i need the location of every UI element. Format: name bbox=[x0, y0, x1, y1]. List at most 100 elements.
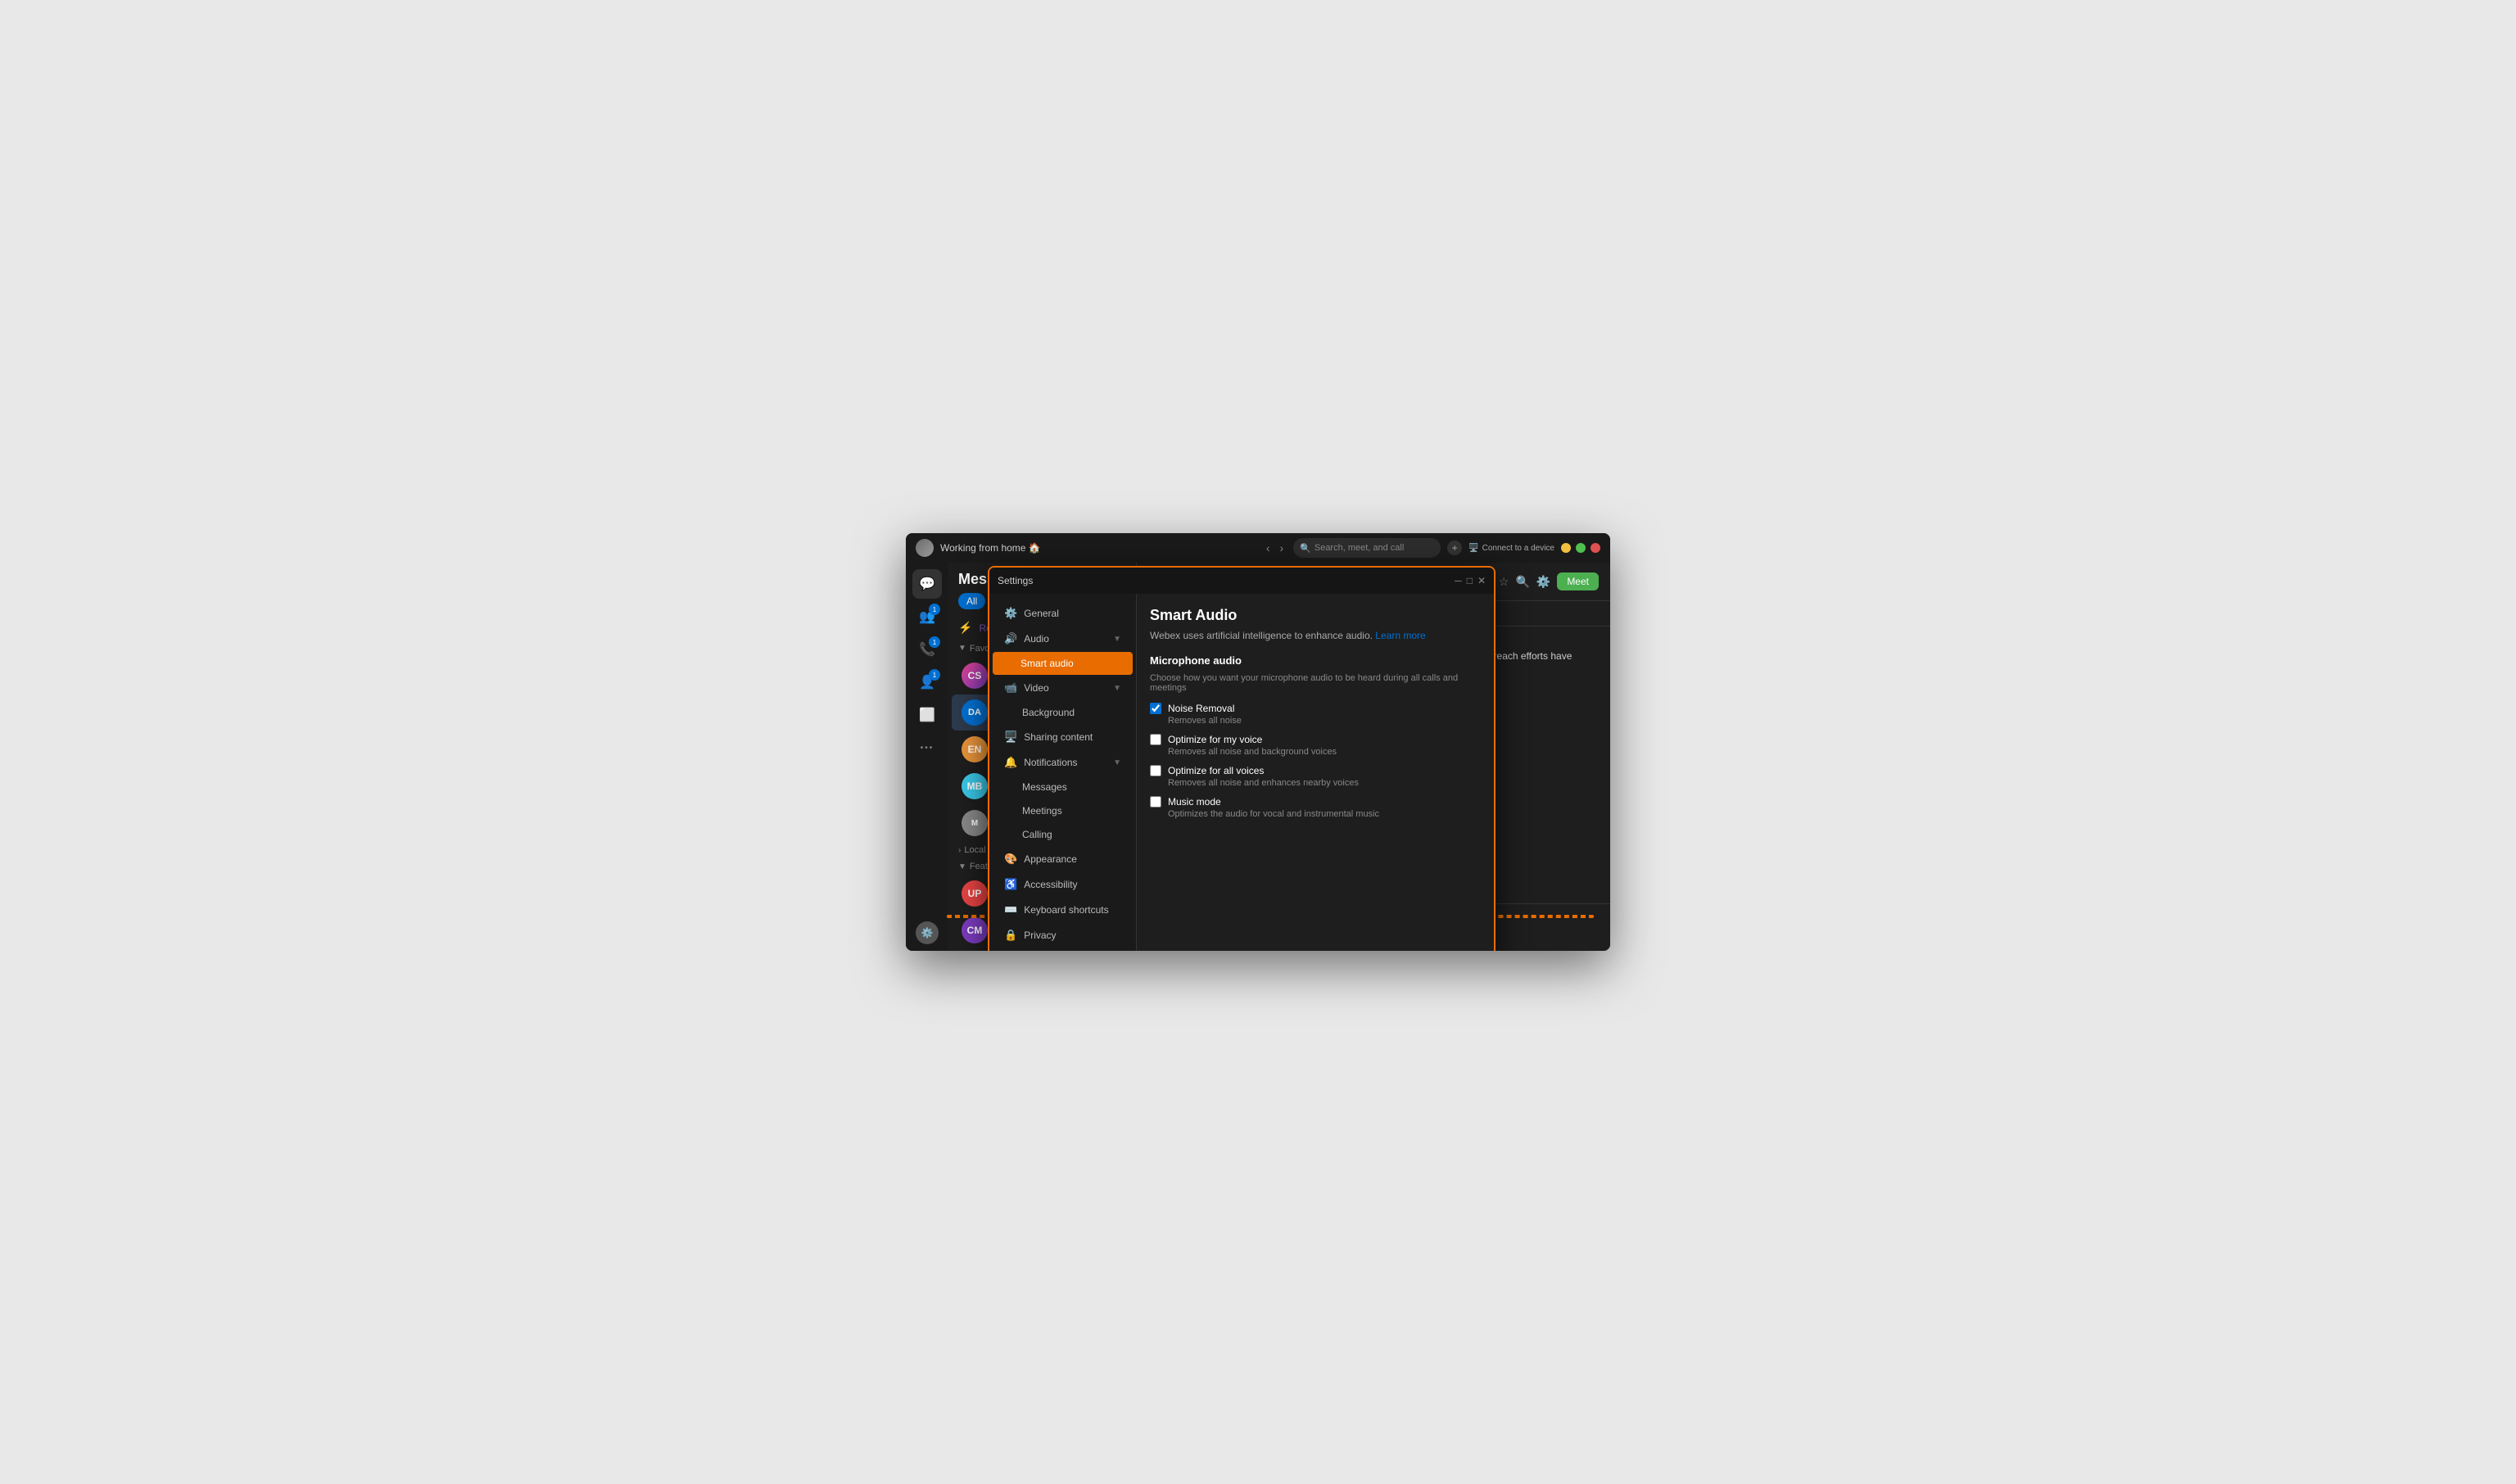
connect-device-btn[interactable]: 🖥️ Connect to a device bbox=[1468, 544, 1554, 553]
nav-settings[interactable]: ⚙️ bbox=[916, 921, 939, 944]
minimize-btn[interactable] bbox=[1561, 543, 1571, 553]
notifications-label: Notifications bbox=[1024, 757, 1077, 768]
search-chat-btn[interactable]: 🔍 bbox=[1515, 575, 1529, 589]
settings-nav-privacy[interactable]: 🔒 Privacy bbox=[993, 923, 1133, 948]
optimize-voice-row: Optimize for my voice bbox=[1150, 734, 1481, 745]
smart-audio-desc: Webex uses artificial intelligence to en… bbox=[1150, 629, 1481, 643]
matthew-avatar: MB bbox=[962, 773, 988, 799]
optimize-voice-checkbox[interactable] bbox=[1150, 734, 1161, 745]
close-btn[interactable] bbox=[1591, 543, 1600, 553]
settings-nav-meetings-sub[interactable]: Meetings bbox=[993, 799, 1133, 822]
favorites-chevron: ▼ bbox=[958, 644, 966, 653]
optimize-all-label: Optimize for all voices bbox=[1168, 765, 1264, 776]
nav-calls[interactable]: 📞 1 bbox=[912, 635, 942, 664]
audio-expand: ▼ bbox=[1113, 635, 1121, 644]
settings-main: Smart Audio Webex uses artificial intell… bbox=[1137, 594, 1494, 951]
settings-nav-accessibility[interactable]: ♿ Accessibility bbox=[993, 872, 1133, 897]
nav-messaging[interactable]: 💬 bbox=[912, 569, 942, 599]
optimize-all-desc: Removes all noise and enhances nearby vo… bbox=[1150, 778, 1481, 788]
nav-teams[interactable]: 👥 1 bbox=[912, 602, 942, 631]
settings-nav-video[interactable]: 📹 Video ▼ bbox=[993, 676, 1133, 700]
general-label: General bbox=[1024, 608, 1059, 619]
settings-nav-keyboard[interactable]: ⌨️ Keyboard shortcuts bbox=[993, 898, 1133, 922]
music-mode-checkbox[interactable] bbox=[1150, 796, 1161, 808]
appearance-icon: 🎨 bbox=[1004, 853, 1017, 866]
audio-icon: 🔊 bbox=[1004, 632, 1017, 645]
video-icon: 📹 bbox=[1004, 681, 1017, 694]
icon-nav: 💬 👥 1 📞 1 👤 1 ⬜ ••• ⚙️ bbox=[906, 563, 948, 951]
optimize-all-row: Optimize for all voices bbox=[1150, 765, 1481, 776]
smart-audio-label: Smart audio bbox=[1004, 658, 1074, 669]
meetings-sub-label: Meetings bbox=[1022, 805, 1062, 817]
common-avatar: CM bbox=[962, 917, 988, 943]
settings-maximize[interactable]: □ bbox=[1467, 575, 1473, 586]
optimize-voice-desc: Removes all noise and background voices bbox=[1150, 747, 1481, 757]
music-mode-desc: Optimizes the audio for vocal and instru… bbox=[1150, 809, 1481, 819]
appearance-label: Appearance bbox=[1024, 853, 1077, 865]
general-icon: ⚙️ bbox=[1004, 607, 1017, 620]
music-mode-label: Music mode bbox=[1168, 796, 1221, 808]
learn-more-link[interactable]: Learn more bbox=[1375, 630, 1425, 641]
maximize-btn[interactable] bbox=[1576, 543, 1586, 553]
video-expand: ▼ bbox=[1113, 684, 1121, 693]
favorite-btn[interactable]: ☆ bbox=[1499, 575, 1509, 589]
nav-contacts[interactable]: 👤 1 bbox=[912, 667, 942, 697]
settings-chat-btn[interactable]: ⚙️ bbox=[1536, 575, 1550, 589]
back-btn[interactable]: ‹ bbox=[1263, 540, 1274, 556]
settings-nav-appearance[interactable]: 🎨 Appearance bbox=[993, 847, 1133, 871]
option-optimize-voice: Optimize for my voice Removes all noise … bbox=[1150, 734, 1481, 757]
settings-win-controls: ─ □ ✕ bbox=[1455, 575, 1486, 586]
teams-badge: 1 bbox=[929, 604, 940, 615]
settings-body: ⚙️ General 🔊 Audio ▼ Smart audio 📹 Video bbox=[989, 594, 1494, 951]
settings-nav-sharing[interactable]: 🖥️ Sharing content bbox=[993, 725, 1133, 749]
nav-arrows: ‹ › bbox=[1263, 540, 1287, 556]
nav-whiteboard[interactable]: ⬜ bbox=[912, 700, 942, 730]
contacts-badge: 1 bbox=[929, 669, 940, 681]
app-window: Working from home 🏠 ‹ › 🔍 Search, meet, … bbox=[906, 533, 1610, 951]
meet-btn[interactable]: Meet bbox=[1557, 572, 1599, 590]
settings-nav-general[interactable]: ⚙️ General bbox=[993, 601, 1133, 626]
settings-title-bar: Settings ─ □ ✕ bbox=[989, 568, 1494, 594]
smart-audio-title: Smart Audio bbox=[1150, 607, 1481, 624]
audio-label: Audio bbox=[1024, 633, 1049, 645]
umar-avatar: UP bbox=[962, 880, 988, 907]
noise-removal-checkbox[interactable] bbox=[1150, 703, 1161, 714]
option-noise-removal: Noise Removal Removes all noise bbox=[1150, 703, 1481, 726]
messages-sub-label: Messages bbox=[1022, 781, 1067, 793]
clarissa-avatar: CS bbox=[962, 663, 988, 689]
keyboard-label: Keyboard shortcuts bbox=[1024, 904, 1108, 916]
search-bar[interactable]: 🔍 Search, meet, and call bbox=[1293, 538, 1441, 558]
keyboard-icon: ⌨️ bbox=[1004, 903, 1017, 916]
forward-btn[interactable]: › bbox=[1276, 540, 1287, 556]
settings-nav-notifications[interactable]: 🔔 Notifications ▼ bbox=[993, 750, 1133, 775]
settings-nav-smart-audio[interactable]: Smart audio bbox=[993, 652, 1133, 675]
feature-chevron: ▼ bbox=[958, 862, 966, 871]
settings-window: Settings ─ □ ✕ ⚙️ General 🔊 Aud bbox=[988, 566, 1496, 951]
chat-header-actions: ☆ 🔍 ⚙️ Meet bbox=[1499, 572, 1599, 590]
window-title: Working from home 🏠 bbox=[940, 542, 1256, 554]
settings-title-text: Settings bbox=[998, 575, 1455, 586]
add-btn[interactable]: + bbox=[1447, 541, 1462, 555]
settings-close[interactable]: ✕ bbox=[1477, 575, 1486, 586]
local-team-chevron: › bbox=[958, 846, 961, 855]
settings-minimize[interactable]: ─ bbox=[1455, 575, 1462, 586]
video-label: Video bbox=[1024, 682, 1048, 694]
emily-avatar: EN bbox=[962, 736, 988, 762]
settings-nav-calling[interactable]: Calling bbox=[993, 823, 1133, 846]
nav-more[interactable]: ••• bbox=[912, 733, 942, 762]
window-controls bbox=[1561, 543, 1600, 553]
mic-section-heading: Microphone audio bbox=[1150, 654, 1481, 667]
settings-nav-integrations[interactable]: 🔗 Integrations bbox=[993, 948, 1133, 951]
accessibility-icon: ♿ bbox=[1004, 878, 1017, 891]
notifications-expand: ▼ bbox=[1113, 758, 1121, 767]
settings-nav-background[interactable]: Background bbox=[993, 701, 1133, 724]
user-avatar bbox=[916, 539, 934, 557]
filter-all[interactable]: All bbox=[958, 593, 985, 609]
optimize-all-checkbox[interactable] bbox=[1150, 765, 1161, 776]
noise-removal-label: Noise Removal bbox=[1168, 703, 1234, 714]
option-optimize-all: Optimize for all voices Removes all nois… bbox=[1150, 765, 1481, 788]
noise-removal-desc: Removes all noise bbox=[1150, 716, 1481, 726]
settings-nav-messages-sub[interactable]: Messages bbox=[993, 776, 1133, 799]
settings-nav-audio[interactable]: 🔊 Audio ▼ bbox=[993, 627, 1133, 651]
sharing-icon: 🖥️ bbox=[1004, 731, 1017, 744]
